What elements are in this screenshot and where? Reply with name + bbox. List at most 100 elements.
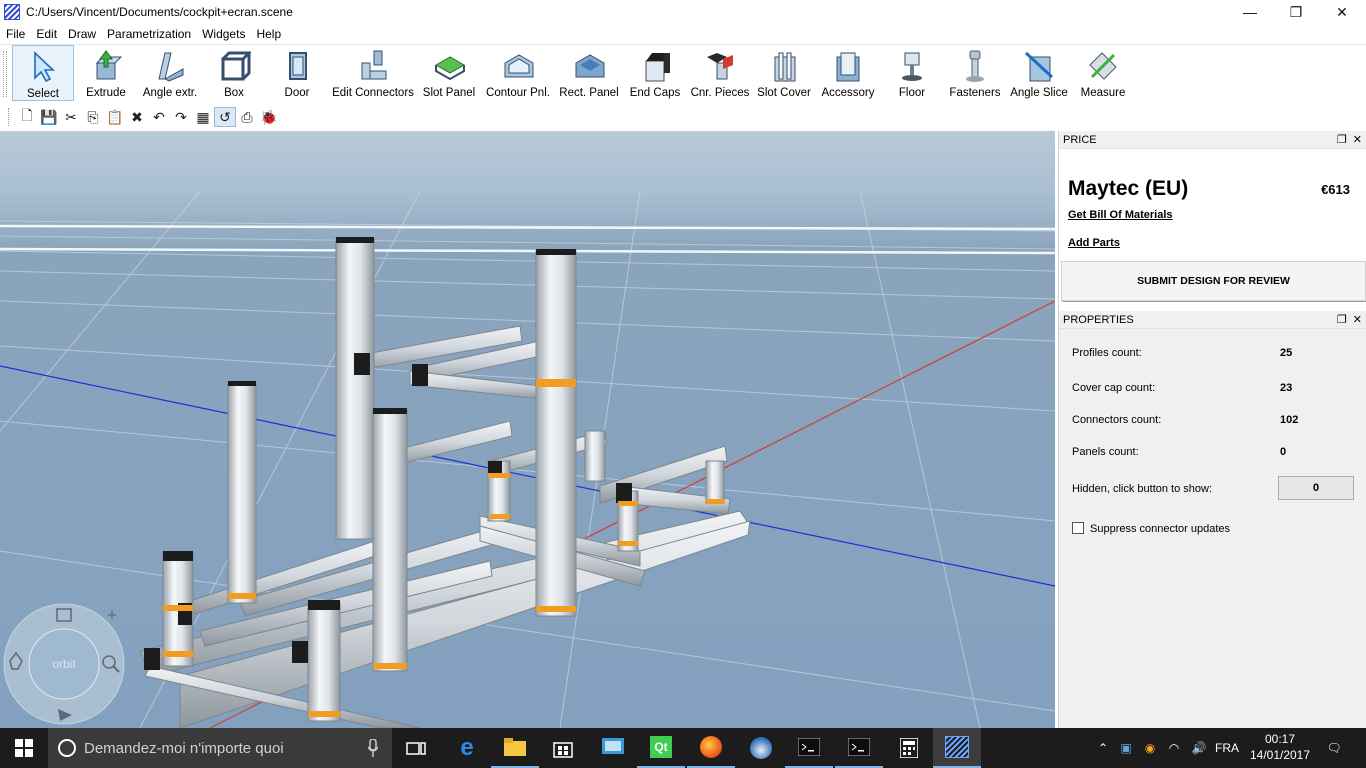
- vendor-name: Maytec (EU): [1068, 177, 1189, 200]
- properties-panel: Profiles count: 25 Cover cap count: 23 C…: [1059, 329, 1366, 729]
- contour-panel-tool-button[interactable]: Contour Pnl.: [480, 45, 556, 101]
- search-box[interactable]: Demandez-moi n'importe quoi: [48, 728, 392, 768]
- extrude-tool-label: Extrude: [86, 87, 126, 99]
- terminal-icon[interactable]: [785, 728, 833, 768]
- redo-icon[interactable]: ↷: [170, 107, 192, 127]
- end-caps-icon: [645, 53, 670, 82]
- bill-of-materials-link[interactable]: Get Bill Of Materials: [1068, 209, 1173, 221]
- export-icon[interactable]: ⎙: [236, 107, 258, 127]
- rect-panel-tool-label: Rect. Panel: [559, 87, 619, 99]
- firefox-icon[interactable]: [687, 728, 735, 768]
- end-caps-tool-label: End Caps: [629, 87, 681, 99]
- paste-icon[interactable]: 📋: [104, 107, 126, 127]
- submit-design-button[interactable]: SUBMIT DESIGN FOR REVIEW: [1061, 261, 1366, 301]
- chevron-up-icon[interactable]: ⌃: [1092, 741, 1114, 755]
- end-caps-tool-button[interactable]: End Caps: [622, 45, 688, 101]
- edit-toolbar-grip[interactable]: [8, 108, 12, 126]
- measure-tool-label: Measure: [1080, 87, 1126, 99]
- menu-help[interactable]: Help: [250, 27, 286, 41]
- file-explorer-icon[interactable]: [491, 728, 539, 768]
- debug-icon[interactable]: 🐞: [258, 107, 280, 127]
- wifi-icon[interactable]: ◠: [1162, 741, 1186, 755]
- accessory-tool-button[interactable]: Accessory: [816, 45, 880, 101]
- slot-cover-tool-button[interactable]: Slot Cover: [752, 45, 816, 101]
- qt-creator-icon[interactable]: Qt: [637, 728, 685, 768]
- copy-icon[interactable]: ⎘: [82, 107, 104, 127]
- cut-icon[interactable]: ✂: [60, 107, 82, 127]
- edit-connectors-tool-button[interactable]: Edit Connectors: [328, 45, 418, 101]
- float-icon[interactable]: ❐: [1337, 133, 1347, 146]
- network-app-icon[interactable]: ▣: [1114, 741, 1138, 755]
- 3d-viewport[interactable]: orbit: [0, 131, 1055, 728]
- scene-canvas[interactable]: orbit: [0, 131, 1055, 728]
- price-panel-header: PRICE ❐ ✕: [1059, 131, 1366, 149]
- new-file-icon[interactable]: 🗋: [16, 107, 38, 127]
- show-hidden-button[interactable]: 0: [1278, 476, 1354, 500]
- close-icon[interactable]: ✕: [1353, 313, 1362, 326]
- close-icon[interactable]: ✕: [1353, 133, 1362, 146]
- toolbar-grip[interactable]: [3, 51, 7, 97]
- menu-edit[interactable]: Edit: [30, 27, 62, 41]
- box-tool-label: Box: [224, 87, 244, 99]
- remote-desktop-icon[interactable]: [589, 728, 637, 768]
- menu-draw[interactable]: Draw: [62, 27, 101, 41]
- aluminum-frame[interactable]: [139, 237, 751, 728]
- terminal-icon[interactable]: [835, 728, 883, 768]
- extrude-tool-button[interactable]: Extrude: [74, 45, 138, 101]
- notification-icon[interactable]: 🗨: [1322, 728, 1346, 768]
- navigation-widget[interactable]: orbit: [3, 603, 125, 725]
- slot-panel-icon: [434, 56, 466, 81]
- float-icon[interactable]: ❐: [1337, 313, 1347, 326]
- save-icon[interactable]: 💾: [38, 107, 60, 127]
- menu-file[interactable]: File: [0, 27, 30, 41]
- suppress-connector-checkbox[interactable]: [1072, 522, 1084, 534]
- angle-extrude-tool-label: Angle extr.: [142, 87, 198, 99]
- box-tool-button[interactable]: Box: [202, 45, 266, 101]
- add-parts-link[interactable]: Add Parts: [1068, 237, 1120, 249]
- calculator-icon[interactable]: [885, 728, 933, 768]
- volume-icon[interactable]: 🔊: [1186, 741, 1212, 755]
- menu-widgets[interactable]: Widgets: [196, 27, 250, 41]
- suppress-connector-label: Suppress connector updates: [1090, 523, 1231, 535]
- connectors-count-label: Connectors count:: [1072, 414, 1162, 426]
- accessory-icon: [836, 52, 860, 82]
- hidden-label: Hidden, click button to show:: [1072, 483, 1213, 495]
- app-scene-icon[interactable]: [933, 728, 981, 768]
- rotate-icon[interactable]: ↺: [214, 107, 236, 127]
- task-view-icon[interactable]: [392, 728, 440, 768]
- restore-button[interactable]: ❐: [1273, 0, 1319, 24]
- delete-icon[interactable]: ✖: [126, 107, 148, 127]
- corner-pieces-tool-button[interactable]: Cnr. Pieces: [688, 45, 752, 101]
- edit-toolbar: 🗋 💾 ✂ ⎘ 📋 ✖ ↶ ↷ ▦ ↺ ⎙ 🐞: [0, 105, 1366, 129]
- door-tool-label: Door: [284, 87, 310, 99]
- edge-icon[interactable]: e: [443, 728, 491, 768]
- floor-tool-button[interactable]: Floor: [880, 45, 944, 101]
- grid-select-icon[interactable]: ▦: [192, 107, 214, 127]
- start-button[interactable]: [0, 728, 48, 768]
- expand-icon[interactable]: [108, 611, 116, 619]
- angle-slice-tool-button[interactable]: Angle Slice: [1006, 45, 1072, 101]
- undo-icon[interactable]: ↶: [148, 107, 170, 127]
- rect-panel-tool-button[interactable]: Rect. Panel: [556, 45, 622, 101]
- angle-slice-tool-label: Angle Slice: [1010, 87, 1068, 99]
- select-tool-button[interactable]: Select: [12, 45, 74, 101]
- close-button[interactable]: ✕: [1319, 0, 1365, 24]
- slot-panel-tool-label: Slot Panel: [422, 87, 476, 99]
- minimize-button[interactable]: —: [1227, 0, 1273, 24]
- fasteners-tool-button[interactable]: Fasteners: [944, 45, 1006, 101]
- properties-panel-header: PROPERTIES ❐ ✕: [1059, 311, 1366, 329]
- slot-panel-tool-button[interactable]: Slot Panel: [418, 45, 480, 101]
- measure-tool-button[interactable]: Measure: [1072, 45, 1134, 101]
- microphone-icon[interactable]: [368, 739, 378, 757]
- language-indicator[interactable]: FRA: [1212, 741, 1242, 755]
- menu-parametrization[interactable]: Parametrization: [101, 27, 196, 41]
- angle-extrude-tool-button[interactable]: Angle extr.: [138, 45, 202, 101]
- thunderbird-icon[interactable]: [737, 728, 785, 768]
- connectors-icon: [361, 50, 387, 80]
- sync-icon[interactable]: ◉: [1138, 741, 1162, 755]
- door-tool-button[interactable]: Door: [266, 45, 328, 101]
- system-clock[interactable]: 00:17 14/01/2017: [1244, 731, 1316, 763]
- store-icon[interactable]: [539, 728, 587, 768]
- accessory-tool-label: Accessory: [821, 87, 875, 99]
- extrude-icon: [95, 50, 123, 80]
